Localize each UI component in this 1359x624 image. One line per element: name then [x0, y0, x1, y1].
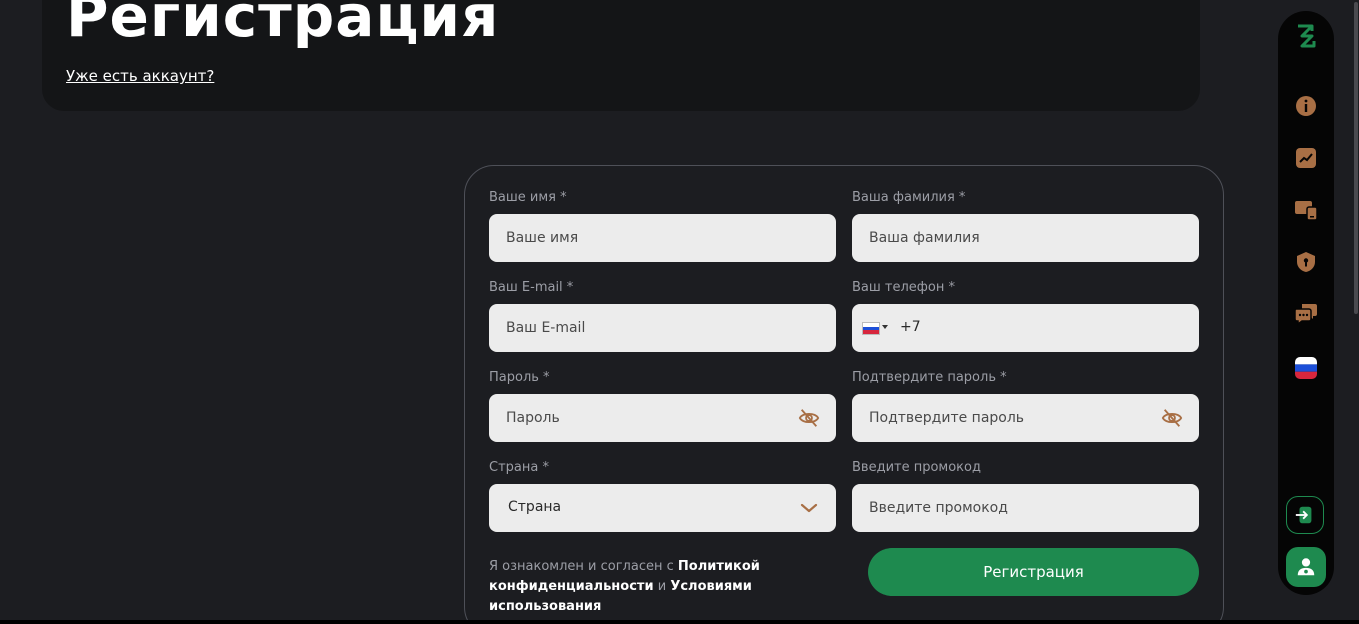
country-code-selector[interactable] — [862, 322, 892, 335]
password-label: Пароль * — [489, 370, 550, 385]
page-title: Регистрация — [66, 0, 500, 50]
devices-icon[interactable] — [1294, 198, 1318, 222]
password-confirm-label: Подтвердите пароль * — [852, 370, 1007, 385]
user-icon — [1297, 558, 1315, 576]
russian-flag-icon — [862, 322, 880, 335]
promo-input[interactable] — [852, 484, 1199, 532]
chat-icon[interactable] — [1294, 302, 1318, 326]
bottom-edge — [0, 620, 1359, 624]
login-button[interactable] — [1286, 496, 1324, 534]
password-field-wrap — [489, 394, 836, 442]
eye-off-icon[interactable] — [798, 407, 820, 429]
register-button[interactable]: Регистрация — [868, 548, 1199, 596]
shield-icon[interactable] — [1294, 250, 1318, 274]
country-select[interactable]: Страна — [489, 484, 836, 532]
eye-off-icon[interactable] — [1161, 407, 1183, 429]
promo-field-wrap — [852, 484, 1199, 532]
password-confirm-input[interactable] — [852, 394, 1199, 442]
consent-prefix: Я ознакомлен и согласен с — [489, 559, 674, 574]
scrollbar-thumb[interactable] — [1354, 2, 1358, 314]
first-name-field-wrap — [489, 214, 836, 262]
phone-value: +7 — [900, 319, 921, 335]
first-name-label: Ваше имя * — [489, 190, 567, 205]
password-confirm-field-wrap — [852, 394, 1199, 442]
last-name-field-wrap — [852, 214, 1199, 262]
consent-text: Я ознакомлен и согласен с Политикой конф… — [489, 557, 849, 617]
profile-button[interactable] — [1286, 547, 1326, 587]
brand-logo-icon[interactable] — [1294, 22, 1318, 50]
caret-down-icon — [882, 325, 888, 329]
consent-conjunction: и — [657, 579, 667, 594]
chart-icon[interactable] — [1294, 146, 1318, 170]
registration-page: Регистрация Уже есть аккаунт? Ваше имя *… — [0, 0, 1359, 624]
promo-label: Введите промокод — [852, 460, 981, 475]
phone-field[interactable]: +7 — [852, 304, 1199, 352]
country-label: Страна * — [489, 460, 549, 475]
email-label: Ваш E-mail * — [489, 280, 574, 295]
login-icon — [1295, 506, 1312, 524]
email-field-wrap — [489, 304, 836, 352]
phone-label: Ваш телефон * — [852, 280, 955, 295]
first-name-input[interactable] — [489, 214, 836, 262]
info-icon[interactable] — [1294, 94, 1318, 118]
language-flag-icon[interactable] — [1294, 356, 1318, 380]
last-name-input[interactable] — [852, 214, 1199, 262]
country-select-value: Страна — [508, 499, 562, 515]
login-link[interactable]: Уже есть аккаунт? — [66, 67, 214, 85]
last-name-label: Ваша фамилия * — [852, 190, 966, 205]
chevron-down-icon — [800, 503, 818, 513]
email-input[interactable] — [489, 304, 836, 352]
password-input[interactable] — [489, 394, 836, 442]
